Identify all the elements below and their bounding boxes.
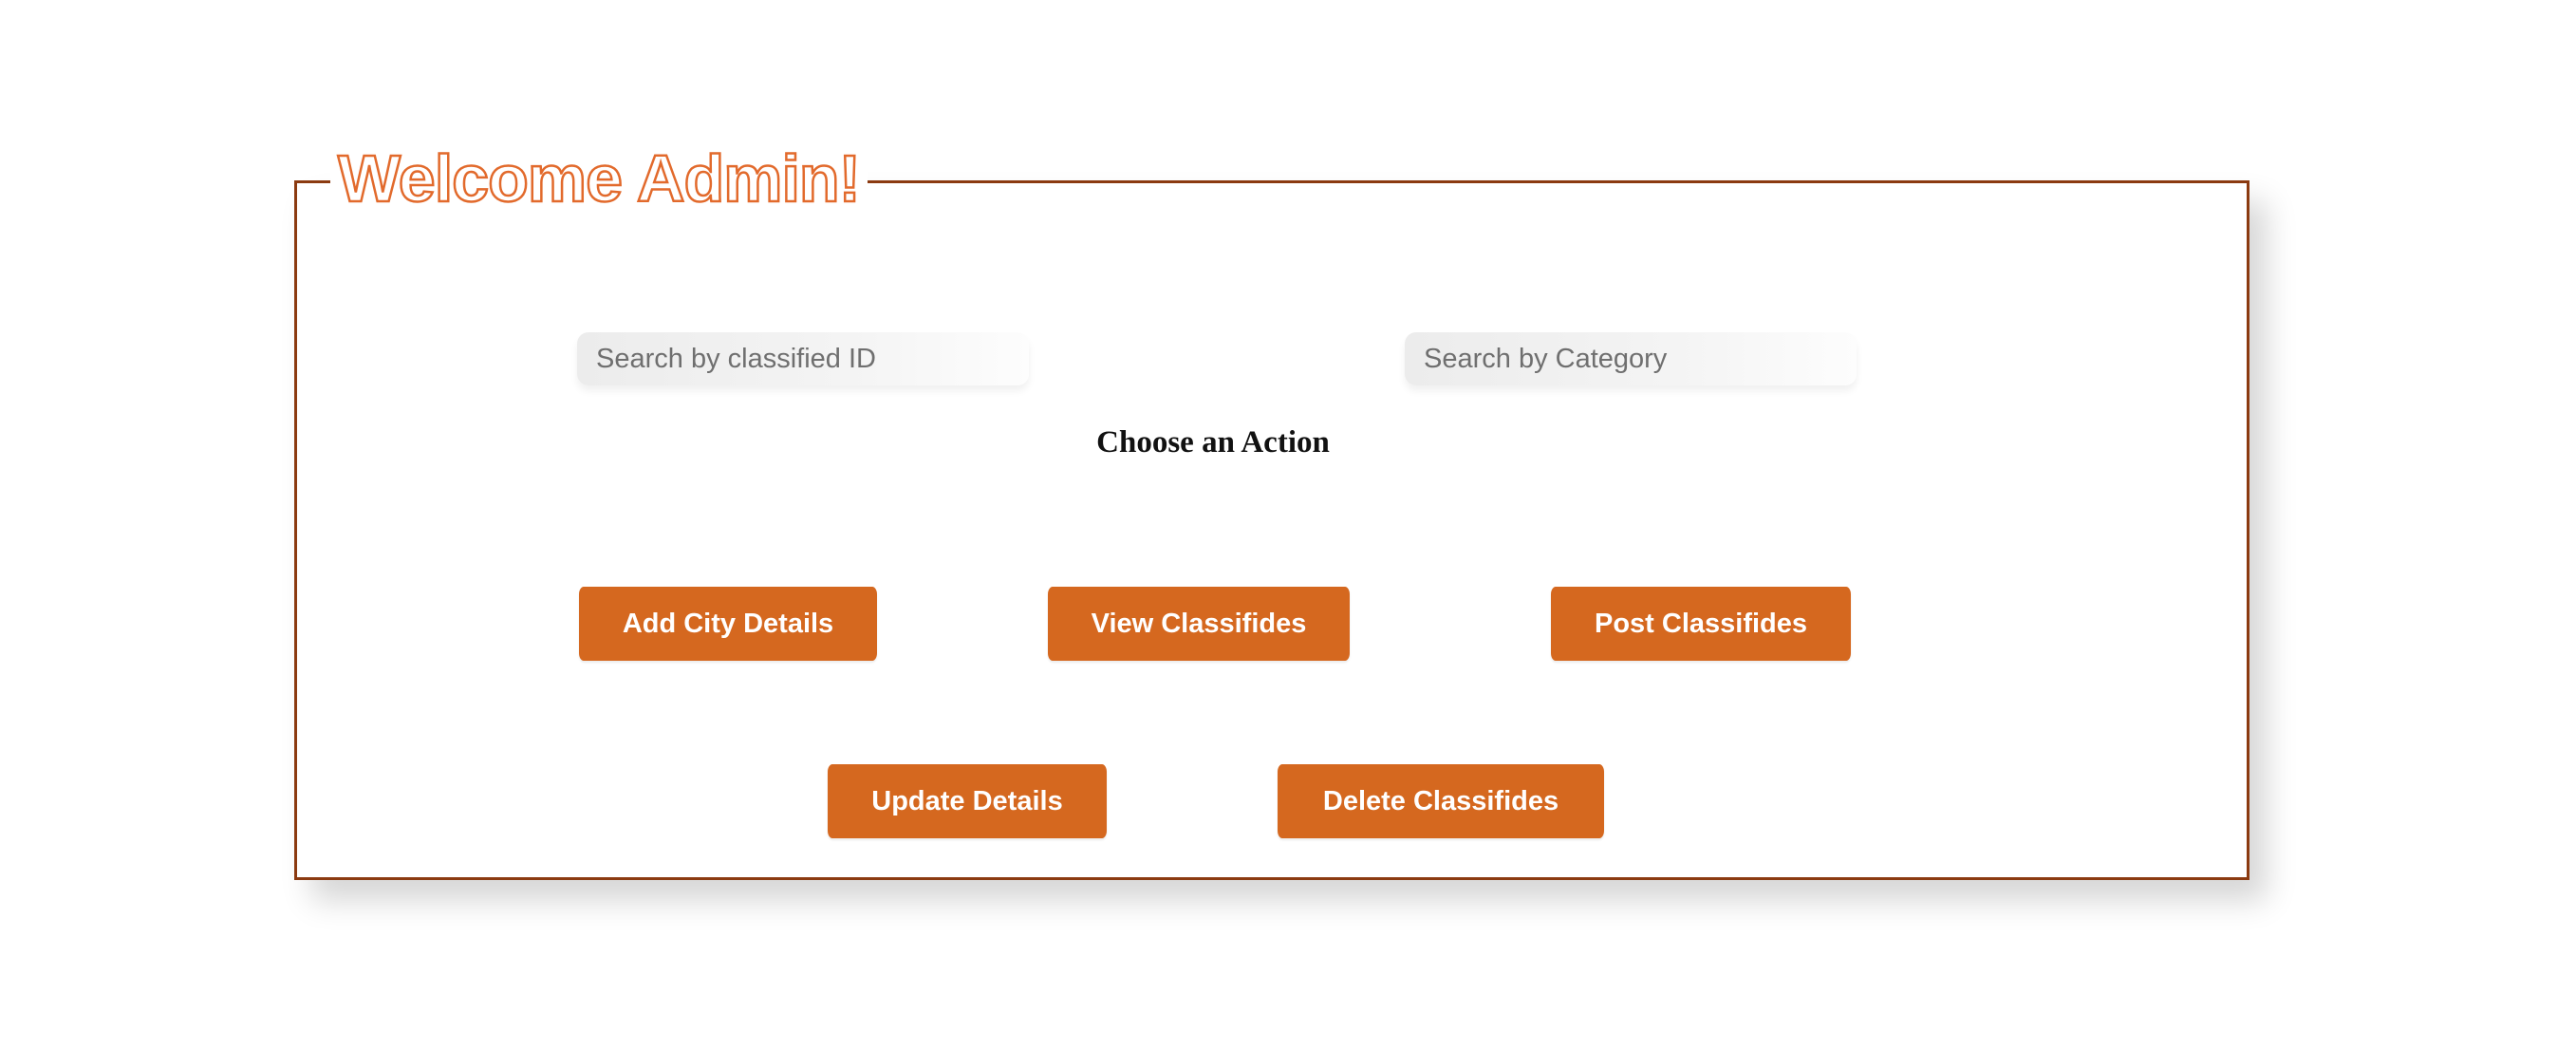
search-category-input[interactable] [1405, 332, 1857, 385]
update-details-button[interactable]: Update Details [828, 764, 1107, 838]
add-city-details-button[interactable]: Add City Details [579, 587, 877, 661]
admin-panel [294, 180, 2249, 880]
post-classifieds-button[interactable]: Post Classifides [1551, 587, 1851, 661]
welcome-title: Welcome Admin! [330, 141, 868, 216]
view-classifieds-button[interactable]: View Classifides [1048, 587, 1350, 661]
delete-classifieds-button[interactable]: Delete Classifides [1278, 764, 1604, 838]
search-classified-id-input[interactable] [577, 332, 1029, 385]
choose-action-heading: Choose an Action [1096, 425, 1330, 459]
